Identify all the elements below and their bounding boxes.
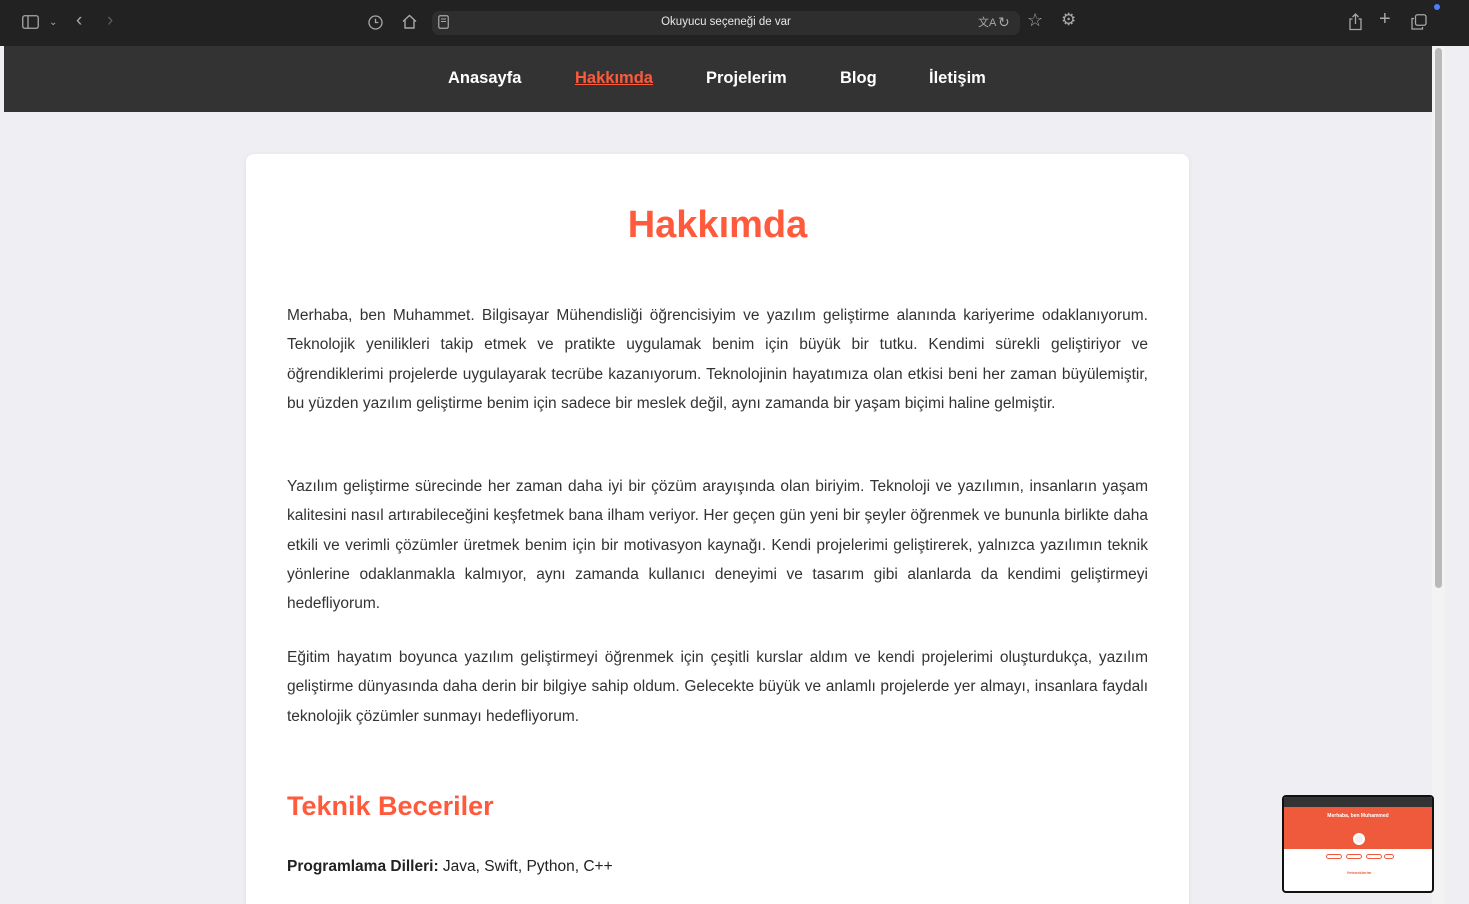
site-navbar: Anasayfa Hakkımda Projelerim Blog İletiş… [4,46,1432,112]
preview-nav [1284,797,1432,807]
nav-link-iletisim[interactable]: İletişim [929,69,986,88]
chevron-down-icon[interactable]: ⌄ [49,15,57,31]
tabs-overview-icon[interactable] [1411,14,1427,30]
history-icon[interactable] [368,15,383,30]
reload-icon[interactable]: ↻ [998,14,1010,30]
address-text: Okuyucu seçeneği de var [661,16,791,28]
preview-hero: Merhaba, ben Muhammed [1284,807,1432,849]
preview-button [1384,854,1394,859]
preview-button [1326,854,1342,859]
nav-link-blog[interactable]: Blog [840,69,877,88]
settings-icon[interactable]: ⚙ [1061,11,1076,28]
notification-dot [1434,4,1440,10]
skill-value: Java, Swift, Python, C++ [438,858,613,875]
translate-icon[interactable]: 文A [978,15,996,31]
bookmark-star-icon[interactable]: ☆ [1027,11,1043,29]
share-icon[interactable] [1348,13,1363,31]
page-title: Hakkımda [627,204,808,246]
nav-link-hakkimda[interactable]: Hakkımda [575,69,653,88]
tab-preview-thumbnail[interactable]: Merhaba, ben Muhammed Yeteneklerim [1282,795,1434,893]
forward-icon[interactable]: › [107,11,113,30]
address-bar[interactable]: Okuyucu seçeneği de var 文A ↻ [432,11,1020,35]
about-card: Hakkımda Merhaba, ben Muhammet. Bilgisay… [246,154,1189,904]
preview-subtitle: Yeteneklerim [1346,870,1372,875]
browser-toolbar: ⌄ ‹ › Okuyucu seçeneği de var 文A ↻ ☆ ⚙ + [0,0,1469,46]
home-icon[interactable] [401,14,418,29]
scrollbar-thumb[interactable] [1435,48,1442,588]
preview-button [1366,854,1382,859]
skill-label: Programlama Dilleri: [287,858,439,875]
page-scrollbar[interactable] [1432,46,1445,904]
back-icon[interactable]: ‹ [76,11,82,30]
preview-button [1346,854,1362,859]
preview-avatar [1353,833,1365,845]
about-paragraph-3: Eğitim hayatım boyunca yazılım geliştirm… [287,649,1148,725]
skill-programming-languages: Programlama Dilleri: Java, Swift, Python… [287,858,613,876]
preview-card: Yeteneklerim [1312,865,1406,891]
skills-heading: Teknik Beceriler [287,791,494,821]
sidebar-icon[interactable] [22,15,39,29]
nav-link-projelerim[interactable]: Projelerim [706,69,787,88]
about-paragraph-1: Merhaba, ben Muhammet. Bilgisayar Mühend… [287,307,1148,412]
nav-link-anasayfa[interactable]: Anasayfa [448,69,521,88]
new-tab-icon[interactable]: + [1379,9,1391,29]
about-paragraph-2: Yazılım geliştirme sürecinde her zaman d… [287,478,1148,613]
preview-title: Merhaba, ben Muhammed [1327,813,1389,819]
